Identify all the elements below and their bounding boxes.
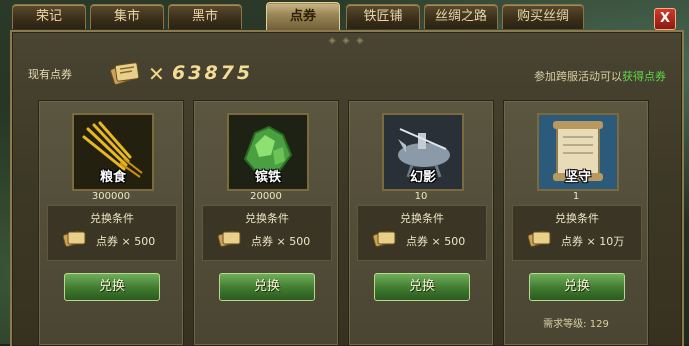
item-name: 幻影 bbox=[409, 170, 436, 185]
item-slot[interactable]: 幻影 bbox=[382, 113, 464, 191]
tab-market[interactable]: 集市 bbox=[90, 4, 164, 29]
close-button[interactable]: X bbox=[654, 8, 676, 30]
condition-title: 兑换条件 bbox=[400, 212, 444, 225]
coupon-cost: 点券 × 500 bbox=[406, 235, 466, 248]
required-level: 需求等级: 129 bbox=[543, 319, 609, 330]
coupon-amount: 63875 bbox=[172, 62, 254, 84]
coupon-ticket-icon bbox=[217, 228, 243, 250]
item-name: 镔铁 bbox=[254, 170, 281, 185]
item-slot[interactable]: 坚守 bbox=[537, 113, 619, 191]
coupon-ticket-icon bbox=[62, 228, 88, 250]
get-coupon-link[interactable]: 获得点券 bbox=[622, 70, 666, 83]
multiply-sign: ✕ bbox=[148, 62, 165, 86]
coupon-ticket-icon bbox=[108, 60, 142, 86]
exchange-button[interactable]: 兑换 bbox=[219, 273, 315, 301]
tab-coupon[interactable]: 点券 bbox=[266, 2, 340, 31]
coupon-balance-row: 现有点券 ✕ 63875 参加跨服活动可以获得点券 bbox=[28, 60, 666, 88]
coupon-cost: 点券 × 500 bbox=[251, 235, 311, 248]
exchange-button[interactable]: 兑换 bbox=[529, 273, 625, 301]
exchange-condition: 兑换条件 点券 × 500 bbox=[47, 205, 177, 261]
exchange-card-defense-scroll: 坚守 1 兑换条件 点券 × 10万 兑换 需求等级: 129 bbox=[503, 100, 649, 346]
tab-blacksmith[interactable]: 铁匠铺 bbox=[346, 4, 420, 29]
item-quantity: 1 bbox=[572, 191, 580, 202]
condition-title: 兑换条件 bbox=[555, 212, 599, 225]
exchange-button[interactable]: 兑换 bbox=[64, 273, 160, 301]
exchange-condition: 兑换条件 点券 × 500 bbox=[202, 205, 332, 261]
item-quantity: 300000 bbox=[91, 191, 131, 202]
cross-server-event-hint: 参加跨服活动可以获得点券 bbox=[534, 68, 666, 84]
item-quantity: 10 bbox=[414, 191, 428, 202]
item-name: 坚守 bbox=[564, 170, 591, 185]
tab-buy-silk[interactable]: 购买丝绸 bbox=[502, 4, 584, 29]
coupon-ticket-icon bbox=[527, 228, 553, 250]
tab-bar: 荣记 集市 黑市 点券 铁匠铺 丝绸之路 购买丝绸 bbox=[12, 2, 660, 31]
item-name: 粮食 bbox=[99, 170, 126, 185]
exchange-card-grain: 粮食 300000 兑换条件 点券 × 500 兑换 bbox=[38, 100, 184, 346]
exchange-condition: 兑换条件 点券 × 500 bbox=[357, 205, 487, 261]
exchange-condition: 兑换条件 点券 × 10万 bbox=[512, 205, 642, 261]
exchange-card-phantom: 幻影 10 兑换条件 点券 × 500 兑换 bbox=[348, 100, 494, 346]
coupon-cost: 点券 × 10万 bbox=[561, 235, 625, 248]
item-quantity: 20000 bbox=[250, 191, 282, 202]
condition-title: 兑换条件 bbox=[90, 212, 134, 225]
exchange-card-iron: 镔铁 20000 兑换条件 点券 × 500 兑换 bbox=[193, 100, 339, 346]
item-slot[interactable]: 粮食 bbox=[72, 113, 154, 191]
tab-black-market[interactable]: 黑市 bbox=[168, 4, 242, 29]
coupon-balance-label: 现有点券 bbox=[28, 68, 72, 81]
item-slot[interactable]: 镔铁 bbox=[227, 113, 309, 191]
tab-rongji[interactable]: 荣记 bbox=[12, 4, 86, 29]
coupon-ticket-icon bbox=[372, 228, 398, 250]
panel-ornament: ◈ ◈ ◈ bbox=[328, 36, 366, 46]
exchange-button[interactable]: 兑换 bbox=[374, 273, 470, 301]
condition-title: 兑换条件 bbox=[245, 212, 289, 225]
tab-silk-road[interactable]: 丝绸之路 bbox=[424, 4, 498, 29]
event-hint-text: 参加跨服活动可以 bbox=[534, 70, 622, 83]
coupon-cost: 点券 × 500 bbox=[96, 235, 156, 248]
